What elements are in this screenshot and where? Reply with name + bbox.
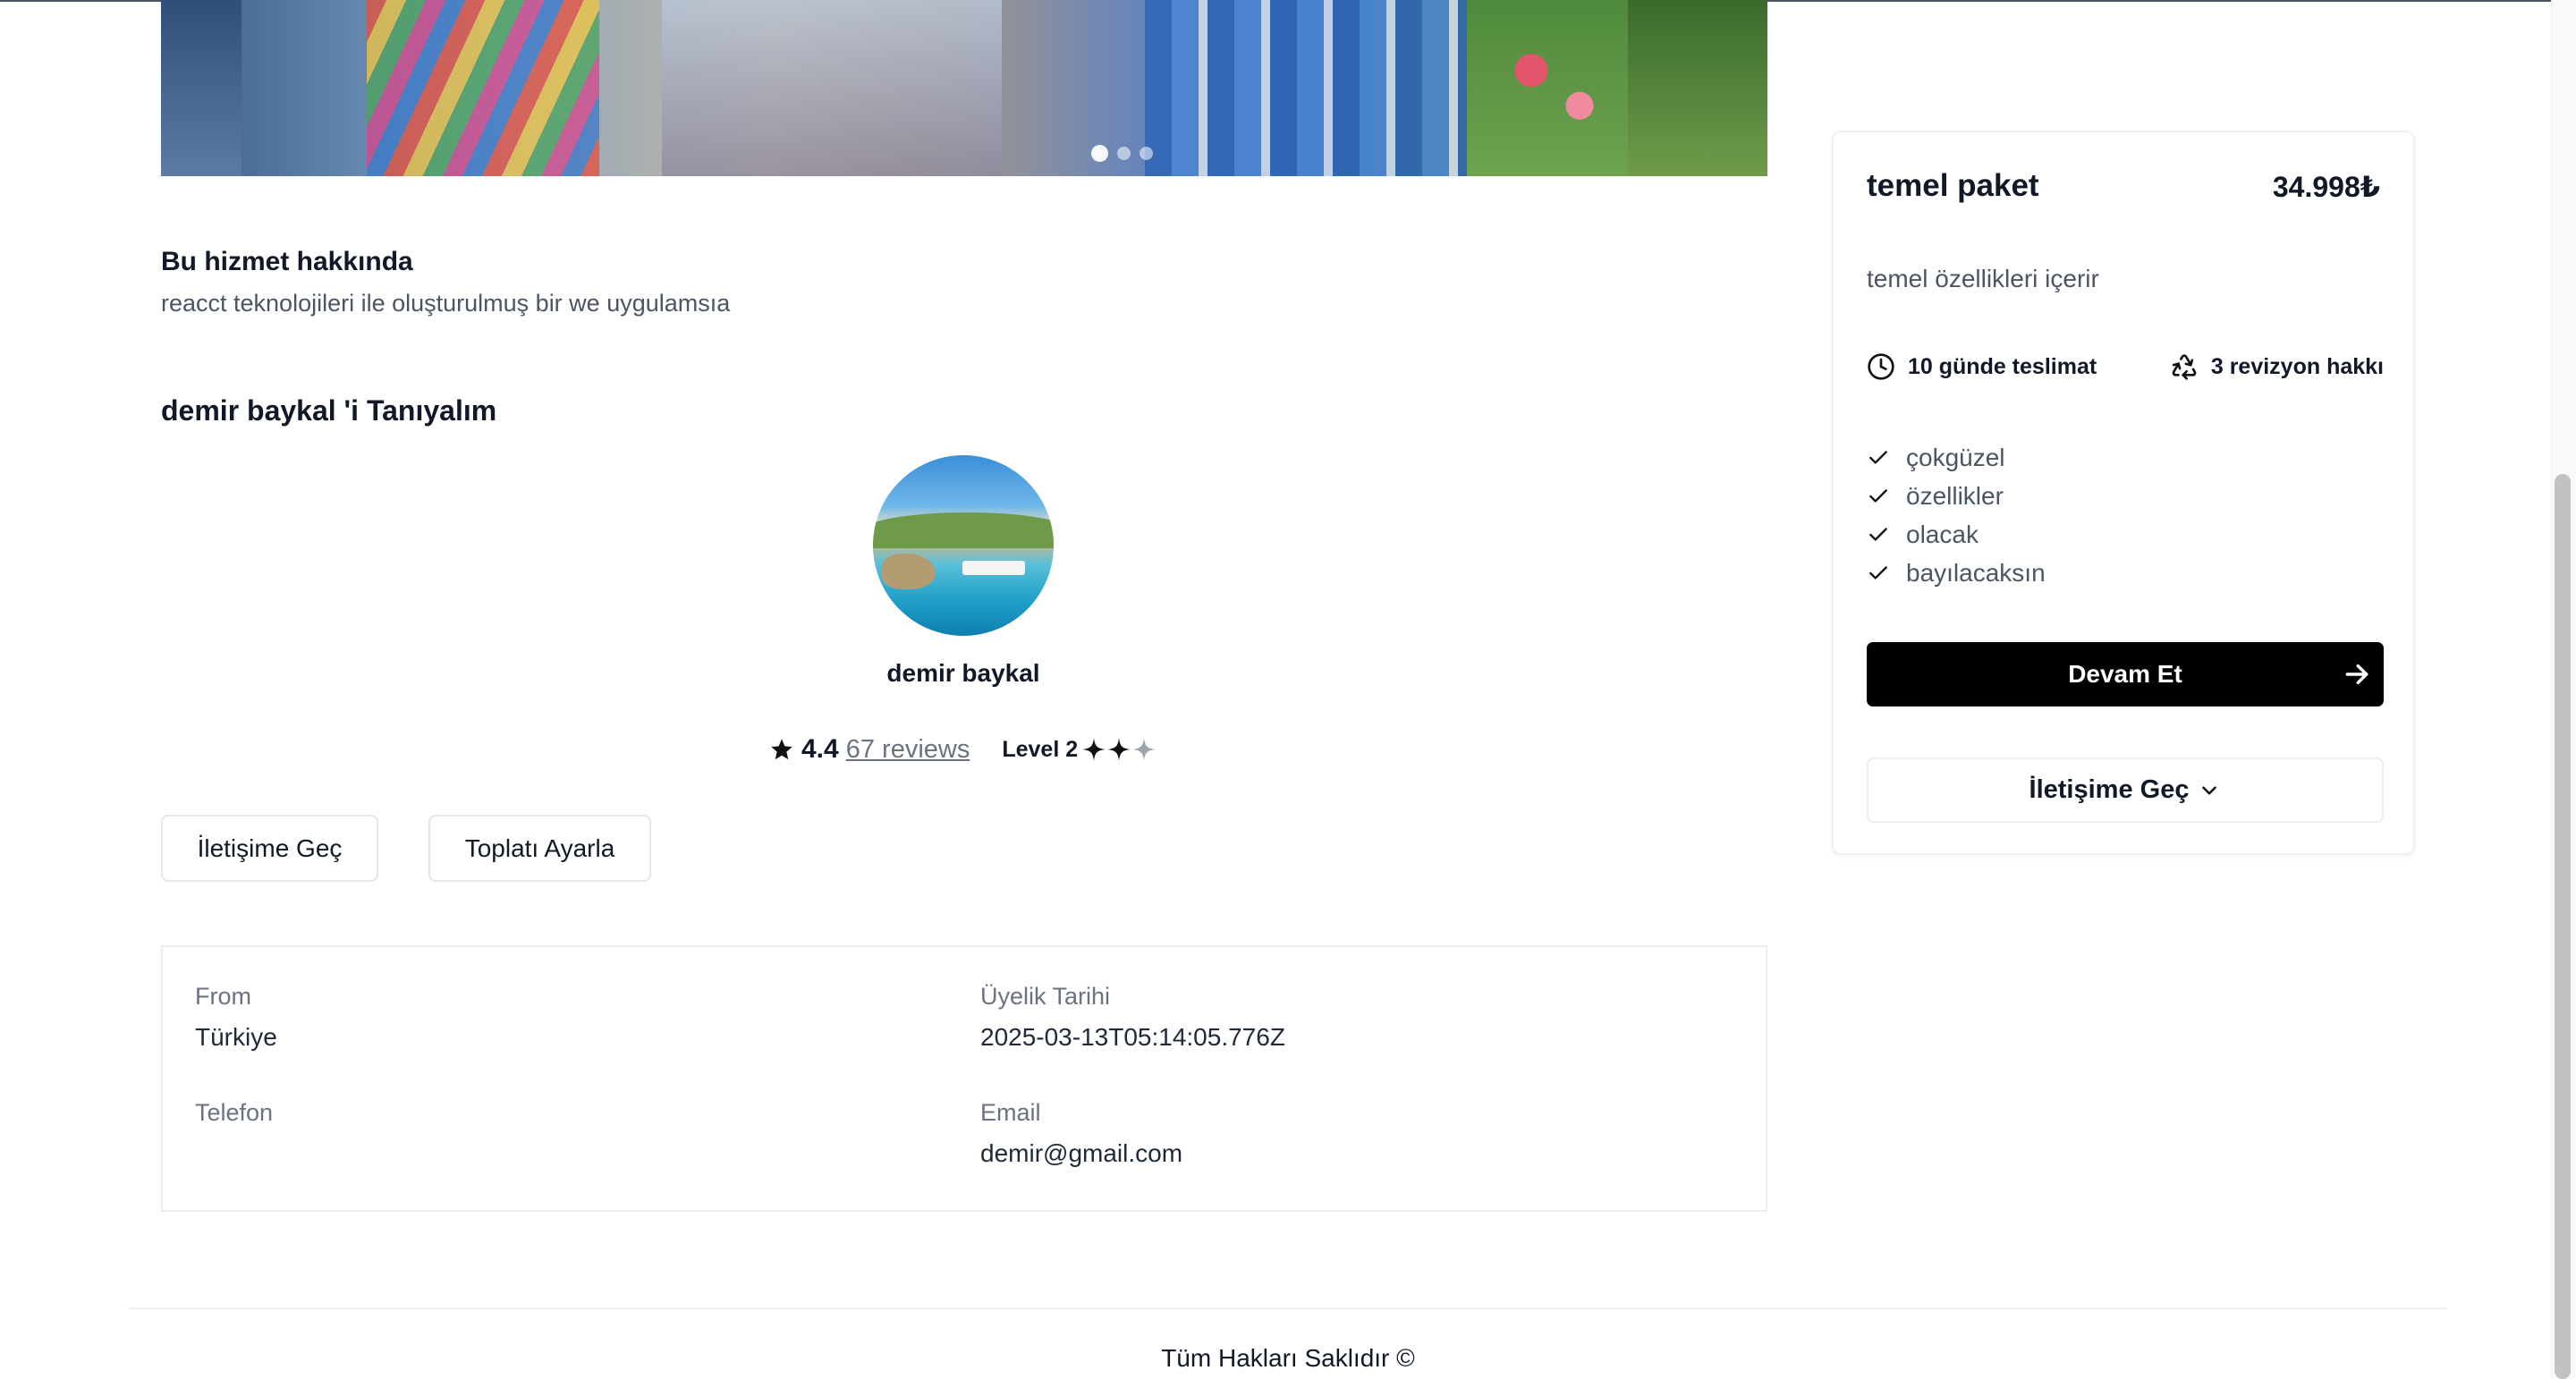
chevron-down-icon — [2202, 785, 2217, 795]
about-title: Bu hizmet hakkında — [161, 247, 413, 276]
avatar — [873, 455, 1054, 636]
feature-label: olacak — [1906, 520, 1979, 548]
image-segment — [1145, 0, 1521, 176]
schedule-meeting-button[interactable]: Toplatı Ayarla — [428, 815, 651, 882]
seller-level: Level 2 — [1002, 736, 1079, 762]
avatar-hill — [873, 512, 1054, 548]
image-segment — [1467, 0, 1628, 176]
recycle-icon — [2172, 354, 2197, 380]
image-segment — [367, 0, 599, 176]
revision-count: 3 revizyon hakkı — [2170, 352, 2384, 381]
image-segment — [662, 0, 1002, 176]
gallery-image[interactable] — [161, 0, 1767, 176]
feature-label: çokgüzel — [1906, 443, 2005, 471]
star-icon — [771, 739, 792, 760]
about-text: reacct teknolojileri ile oluşturulmuş bi… — [161, 290, 731, 317]
seller-info-box: From Türkiye Üyelik Tarihi 2025-03-13T05… — [161, 945, 1767, 1212]
carousel-dots — [1091, 145, 1153, 162]
sparkle-icon — [1082, 738, 1106, 761]
package-price: 34.998₺ — [2272, 171, 2380, 203]
info-phone: Telefon — [195, 1099, 273, 1139]
check-icon — [1869, 565, 1887, 580]
member-since-value: 2025-03-13T05:14:05.776Z — [980, 1023, 1285, 1051]
check-icon — [1869, 527, 1887, 541]
revision-label: 3 revizyon hakkı — [2210, 353, 2384, 379]
check-icon — [1869, 450, 1887, 464]
clock-icon — [1868, 353, 1894, 380]
footer-copyright: Tüm Hakları Saklıdır © — [1161, 1344, 1415, 1372]
arrow-right-icon — [2345, 664, 2368, 685]
package-title: temel paket — [1867, 168, 2039, 203]
package-contact-label: İletişime Geç — [2029, 775, 2190, 804]
feature-label: özellikler — [1906, 481, 2004, 510]
scrollbar-thumb[interactable] — [2555, 474, 2571, 1379]
rating-value: 4.4 — [801, 734, 839, 764]
avatar-rock — [882, 554, 936, 589]
carousel-dot-2[interactable] — [1117, 147, 1131, 160]
sparkle-icon — [1107, 738, 1131, 761]
carousel-dot-3[interactable] — [1140, 147, 1153, 160]
member-since-label: Üyelik Tarihi — [980, 983, 1111, 1010]
check-icon — [1869, 488, 1887, 503]
info-from: From Türkiye — [195, 983, 277, 1052]
email-value: demir@gmail.com — [980, 1139, 1183, 1167]
package-card: temel paket 34.998₺ temel özellikleri iç… — [1832, 131, 2415, 855]
seller-name: demir baykal — [886, 659, 1040, 687]
from-label: From — [195, 983, 251, 1010]
feature-item: olacak — [1867, 515, 2046, 554]
from-value: Türkiye — [195, 1023, 277, 1051]
feature-item: özellikler — [1867, 477, 2046, 515]
seller-intro-title: demir baykal 'i Tanıyalım — [161, 394, 497, 427]
reviews-link[interactable]: 67 reviews — [846, 735, 970, 765]
package-description: temel özellikleri içerir — [1867, 265, 2099, 292]
carousel-dot-1[interactable] — [1091, 145, 1108, 162]
footer-divider — [128, 1307, 2447, 1309]
feature-list: çokgüzel özellikler olacak bayılacaksın — [1867, 438, 2046, 592]
continue-button[interactable]: Devam Et — [1867, 642, 2384, 706]
delivery-label: 10 günde teslimat — [1908, 353, 2097, 379]
phone-label: Telefon — [195, 1099, 274, 1126]
feature-item: bayılacaksın — [1867, 554, 2046, 592]
info-member-since: Üyelik Tarihi 2025-03-13T05:14:05.776Z — [980, 983, 1285, 1052]
avatar-boat — [962, 561, 1025, 575]
rating-row: 4.4 67 reviews Level 2 — [769, 732, 1157, 767]
email-label: Email — [980, 1099, 1041, 1126]
contact-button[interactable]: İletişime Geç — [161, 815, 378, 882]
feature-label: bayılacaksın — [1906, 558, 2046, 587]
image-segment — [1628, 0, 1767, 176]
delivery-time: 10 günde teslimat — [1867, 352, 2097, 381]
continue-label: Devam Et — [2068, 660, 2182, 688]
image-segment — [161, 0, 242, 176]
package-meta: 10 günde teslimat 3 revizyon hakkı — [1867, 351, 2384, 383]
info-email: Email demir@gmail.com — [980, 1099, 1182, 1168]
sparkle-icon — [1132, 738, 1156, 761]
package-contact-button[interactable]: İletişime Geç — [1867, 757, 2384, 823]
feature-item: çokgüzel — [1867, 438, 2046, 477]
